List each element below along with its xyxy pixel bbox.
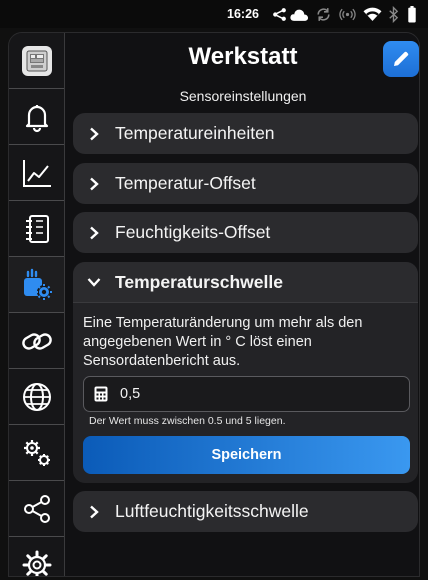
pencil-icon — [394, 51, 409, 66]
sidebar-item-charts[interactable] — [9, 145, 65, 201]
chevron-right-icon — [90, 226, 99, 239]
sidebar-item-advanced-settings[interactable] — [9, 425, 65, 481]
bell-icon — [25, 104, 49, 132]
gears-icon — [24, 439, 50, 466]
page-subtitle: Sensoreinstellungen — [179, 88, 307, 104]
wifi-icon — [363, 7, 382, 21]
status-bar: 16:26 — [0, 0, 428, 28]
save-button[interactable]: Speichern — [83, 436, 410, 474]
section-label: Temperaturschwelle — [115, 271, 283, 292]
battery-icon — [408, 6, 416, 23]
chevron-right-icon — [90, 127, 99, 140]
section-label: Temperatureinheiten — [115, 123, 275, 143]
globe-icon — [23, 382, 51, 411]
log-list-icon — [26, 214, 49, 243]
sidebar-item-settings[interactable] — [9, 537, 65, 576]
sidebar-item-links[interactable] — [9, 313, 65, 369]
calculator-icon — [94, 386, 108, 402]
gear-icon — [22, 550, 52, 576]
section-temperature-offset[interactable]: Temperatur-Offset — [73, 163, 418, 204]
section-label: Feuchtigkeits-Offset — [115, 222, 271, 242]
chart-line-icon — [23, 159, 51, 187]
hotspot-icon — [339, 8, 356, 21]
sensor-settings-icon — [24, 268, 52, 300]
device-thumbnail-icon — [22, 45, 52, 76]
app-frame: Werkstatt Sensoreinstellungen Temperatur… — [8, 32, 420, 577]
edit-name-button[interactable] — [383, 41, 419, 77]
main-panel: Werkstatt Sensoreinstellungen Temperatur… — [65, 33, 419, 576]
link-icon — [22, 332, 52, 350]
sidebar-item-share[interactable] — [9, 481, 65, 537]
section-temperature-threshold-header[interactable]: Temperaturschwelle — [73, 262, 418, 303]
status-time: 16:26 — [227, 7, 259, 21]
cloud-icon — [290, 9, 309, 21]
chevron-right-icon — [90, 505, 99, 518]
sidebar-item-device[interactable] — [9, 33, 65, 89]
sidebar-item-notifications[interactable] — [9, 89, 65, 145]
share-icon — [273, 8, 286, 21]
threshold-hint: Der Wert muss zwischen 0.5 und 5 liegen. — [89, 415, 286, 427]
sync-icon — [317, 8, 330, 21]
section-humidity-threshold[interactable]: Luftfeuchtigkeitsschwelle — [73, 491, 418, 532]
section-label: Temperatur-Offset — [115, 173, 256, 193]
section-temperature-units[interactable]: Temperatureinheiten — [73, 113, 418, 154]
chevron-down-icon — [87, 278, 101, 287]
threshold-value-input[interactable] — [120, 386, 390, 402]
bluetooth-icon — [389, 6, 399, 23]
section-label: Luftfeuchtigkeitsschwelle — [115, 501, 309, 521]
section-humidity-offset[interactable]: Feuchtigkeits-Offset — [73, 212, 418, 253]
threshold-value-field[interactable] — [83, 376, 410, 412]
sidebar-item-log[interactable] — [9, 201, 65, 257]
share-icon — [24, 494, 50, 523]
chevron-right-icon — [90, 177, 99, 190]
sidebar-item-network[interactable] — [9, 369, 65, 425]
sidebar — [9, 33, 65, 576]
page-title: Werkstatt — [188, 43, 298, 70]
sidebar-item-sensor-settings[interactable] — [9, 257, 65, 313]
threshold-description: Eine Temperaturänderung um mehr als den … — [83, 315, 363, 369]
